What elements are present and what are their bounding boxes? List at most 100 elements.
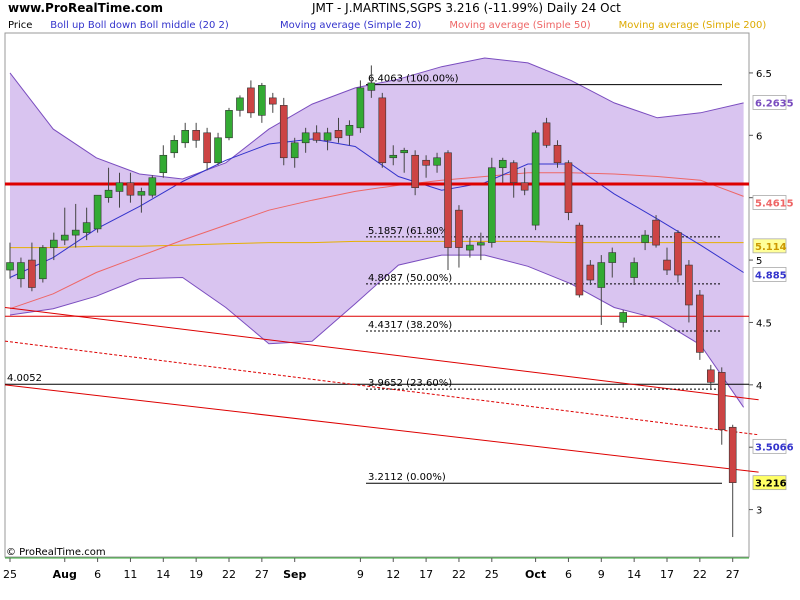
candle-body [477, 242, 485, 246]
y-tick-label: 3 [756, 506, 762, 517]
x-tick-label: 6 [94, 568, 101, 581]
y-tick-label: 5 [756, 256, 762, 267]
candle-body [444, 152, 452, 248]
candle-body [236, 97, 244, 111]
candle-body [6, 262, 14, 271]
y-tick-label: 4 [756, 381, 762, 392]
candle-body [389, 154, 398, 159]
candle [531, 130, 540, 231]
candle [487, 157, 496, 248]
candle-body [498, 159, 507, 169]
candle [696, 290, 704, 360]
candle-body [192, 130, 200, 141]
y-tick-label: 6.5 [756, 69, 772, 80]
candle-body [367, 82, 376, 91]
candle-body [564, 162, 573, 213]
candle-body [345, 125, 354, 136]
x-tick-label: 27 [726, 568, 740, 581]
candle-body [685, 264, 693, 306]
candle-body [170, 139, 179, 154]
candle-body [93, 194, 102, 230]
candle-body [268, 97, 277, 105]
candle-body [214, 137, 222, 164]
candle-body [641, 234, 649, 243]
candle-body [356, 87, 365, 129]
candle [93, 194, 102, 233]
candle [564, 160, 573, 221]
candle-body [652, 219, 660, 246]
legend-item: Moving average (Simple 20) [280, 20, 421, 31]
candle-body [225, 110, 233, 139]
candle-body [181, 130, 189, 144]
candle-body [247, 87, 255, 114]
candle-body [619, 312, 628, 323]
candle-body [466, 244, 474, 251]
candle-body [728, 426, 737, 483]
fibonacci-label: 3.2112 (0.00%) [368, 472, 446, 483]
legend: Price Boll up Boll down Boll middle (20 2… [8, 20, 766, 31]
x-tick-label: 14 [156, 568, 170, 581]
legend-item: Moving average (Simple 50) [449, 20, 590, 31]
candle-body [301, 132, 310, 144]
x-tick-label: 14 [627, 568, 641, 581]
x-tick-label: Oct [525, 568, 546, 581]
price-tag-label: 5.114 [755, 242, 787, 253]
candle [674, 230, 682, 283]
x-tick-label: 25 [485, 568, 499, 581]
x-tick-label: 9 [357, 568, 364, 581]
candle [214, 132, 222, 166]
candle-body [422, 159, 430, 166]
price-tag-label: 3.216 [755, 479, 787, 490]
candle-body [279, 105, 288, 159]
candle-body [17, 262, 25, 280]
horizontal-line-label: 4.0052 [7, 373, 42, 384]
candle-body [608, 252, 617, 263]
fibonacci-label: 3.9652 (23.60%) [368, 378, 452, 389]
y-tick-label: 6 [756, 131, 762, 142]
candle-body [60, 234, 69, 241]
candle-body [455, 209, 463, 248]
x-tick-label: 22 [222, 568, 236, 581]
candle-body [553, 144, 562, 164]
candle-body [696, 294, 704, 353]
candle-body [334, 130, 343, 139]
candle-body [203, 132, 211, 164]
candle [652, 215, 660, 248]
x-tick-label: 12 [386, 568, 400, 581]
candle-body [148, 177, 157, 196]
candle-body [575, 224, 584, 296]
candle [575, 222, 584, 298]
candle-body [663, 259, 671, 271]
fibonacci-label: 4.4317 (38.20%) [368, 320, 452, 331]
x-tick-label: 9 [598, 568, 605, 581]
x-tick-label: 25 [3, 568, 17, 581]
fibonacci-label: 5.1857 (61.80%) [368, 226, 452, 237]
candle-body [159, 154, 168, 174]
x-tick-label: 17 [419, 568, 433, 581]
x-tick-label: Sep [283, 568, 306, 581]
candle [378, 92, 387, 168]
candle-body [39, 247, 47, 280]
y-tick-label: 4.5 [756, 318, 772, 329]
candle [225, 107, 233, 141]
candle-body [378, 97, 387, 164]
x-tick-label: 22 [452, 568, 466, 581]
x-tick-label: 17 [660, 568, 674, 581]
legend-item: Moving average (Simple 200) [619, 20, 767, 31]
candle [279, 97, 288, 166]
fibonacci-label: 4.8087 (50.00%) [368, 273, 452, 284]
price-chart[interactable]: Price Boll up Boll down Boll middle (20 2… [0, 0, 800, 600]
x-tick-label: 6 [565, 568, 572, 581]
candle-body [28, 259, 36, 288]
x-tick-label: 27 [255, 568, 269, 581]
candle-body [71, 229, 80, 236]
candle [148, 175, 157, 198]
x-tick-label: 11 [123, 568, 137, 581]
candle-body [411, 154, 419, 189]
candle-body [49, 239, 58, 248]
candle-body [674, 232, 682, 276]
candle-body [542, 122, 551, 146]
legend-item: Price [8, 20, 32, 31]
candle-body [312, 132, 321, 141]
candle-body [323, 132, 332, 141]
